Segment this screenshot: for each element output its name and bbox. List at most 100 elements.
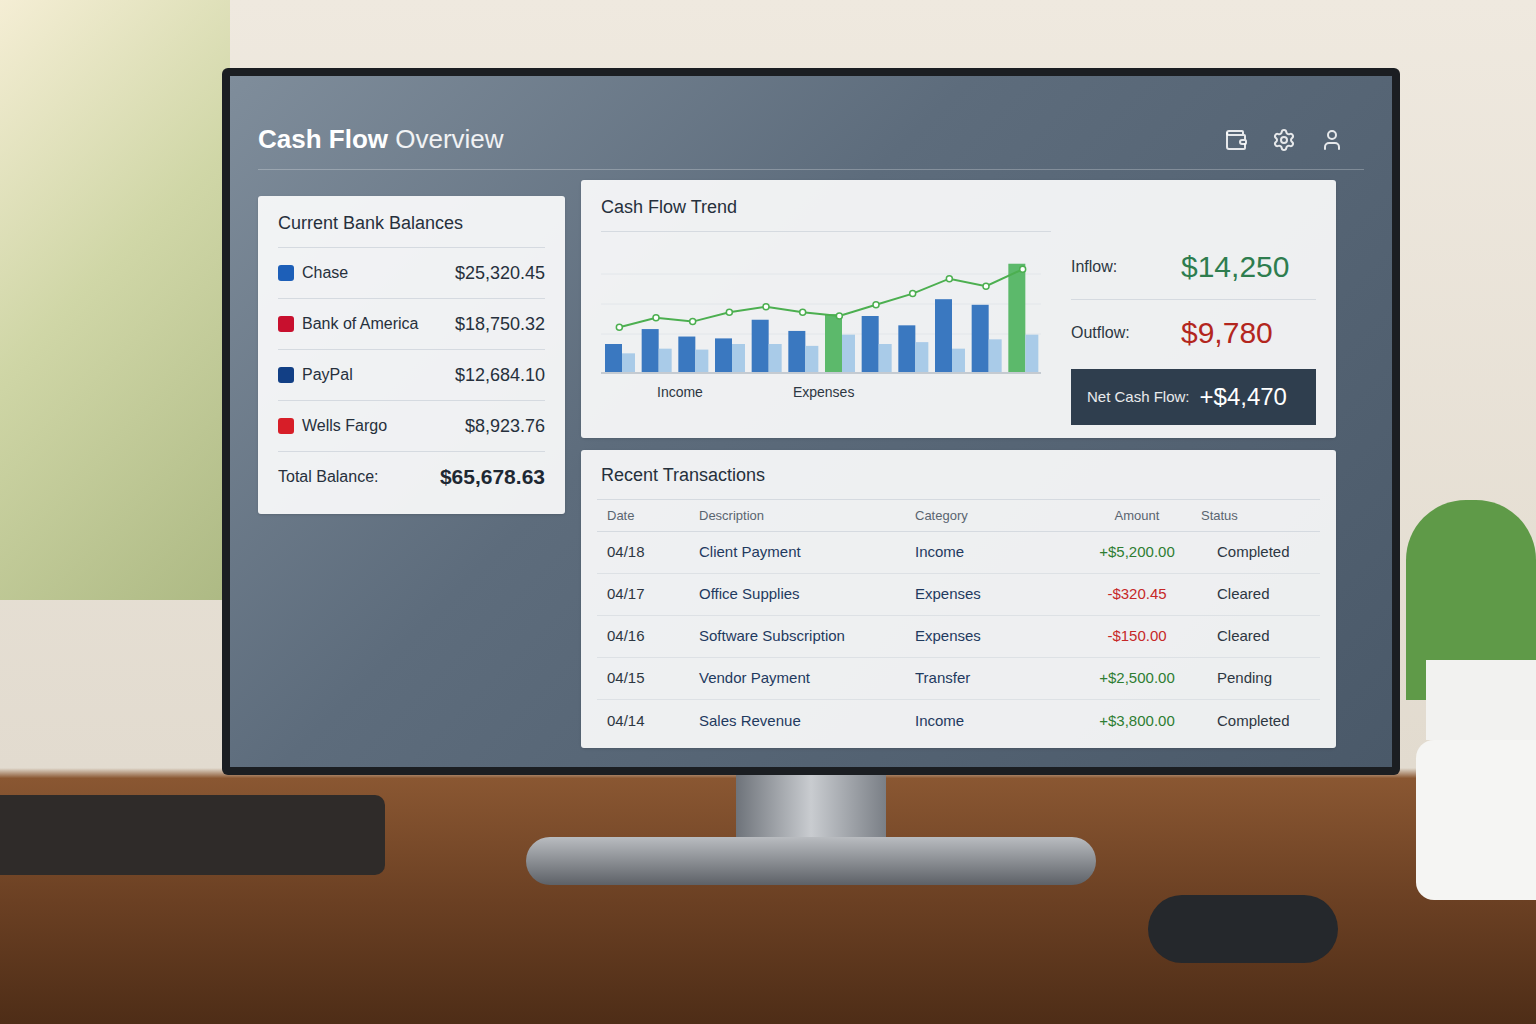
content: Current Bank Balances Chase $25,320.45 Bank… (258, 180, 1364, 748)
table-row[interactable]: 04/15Vendor PaymentTransfer+$2,500.00Pen… (597, 658, 1320, 700)
trend-point (983, 283, 989, 289)
user-icon[interactable] (1320, 128, 1344, 152)
column-header[interactable]: Status (1201, 506, 1310, 526)
income-bar (825, 314, 842, 372)
plant-pot (1426, 660, 1536, 740)
income-bar (605, 344, 622, 372)
account-label: Chase (302, 261, 348, 285)
transactions-panel: Recent TransactionsDateDescriptionCatego… (581, 450, 1336, 748)
income-bar (788, 331, 805, 372)
title-light: Overview (395, 124, 503, 154)
account-label: Wells Fargo (302, 414, 387, 438)
cell-status: Completed (1201, 710, 1310, 733)
balances-title: Current Bank Balances (278, 210, 545, 248)
chart-box (601, 254, 1051, 374)
balance-row[interactable]: Wells Fargo $8,923.76 (278, 401, 545, 452)
header: Cash Flow Overview (258, 120, 1364, 170)
cell-status: Cleared (1201, 583, 1310, 606)
bank-logo-icon (278, 265, 294, 281)
monitor-bezel: Cash Flow OverviewCurrent Bank BalancesC… (222, 68, 1400, 775)
cell-status: Pending (1201, 667, 1310, 690)
table-header: DateDescriptionCategoryAmountStatus (597, 500, 1320, 532)
account-label: Bank of America (302, 312, 419, 336)
trend-point (690, 319, 696, 325)
balance-row[interactable]: Bank of America$18,750.32 (278, 299, 545, 350)
title-strong: Cash Flow (258, 124, 388, 154)
inflow-label: Inflow: (1071, 255, 1161, 279)
cell-category: Income (915, 541, 1073, 564)
cell-description: Client Payment (699, 541, 915, 564)
net-cash-flow: Net Cash Flow:+$4,470 (1071, 369, 1316, 425)
monitor-neck (736, 775, 886, 837)
net-amount: +$4,470 (1200, 379, 1287, 415)
balance-row[interactable]: PayPal $12,684.10 (278, 350, 545, 401)
expense-bar (805, 346, 818, 372)
expense-bar (879, 344, 892, 372)
expense-bar (622, 353, 635, 372)
bank-logo-icon (278, 316, 294, 332)
expense-bar (915, 342, 928, 372)
column-header[interactable]: Date (607, 506, 699, 526)
cell-amount: +$5,200.00 (1073, 541, 1201, 564)
axis-line (601, 373, 1041, 374)
scene: Cash Flow OverviewCurrent Bank BalancesC… (0, 0, 1536, 1024)
cell-category: Transfer (915, 667, 1073, 690)
cell-status: Cleared (1201, 625, 1310, 648)
trend-point (616, 324, 622, 330)
table-row[interactable]: 04/16Software SubscriptionExpenses-$150.… (597, 616, 1320, 658)
cell-amount: -$320.45 (1073, 583, 1201, 606)
monitor: Cash Flow OverviewCurrent Bank BalancesC… (222, 0, 1400, 885)
grid-line (601, 274, 1041, 275)
trend-point (800, 309, 806, 315)
trend-line (619, 269, 1022, 327)
outflow-row: Outflow:$9,780 (1071, 300, 1316, 365)
total-amount: $65,678.63 (440, 461, 545, 493)
bank-logo-icon (278, 367, 294, 383)
account-amount: $12,684.10 (455, 362, 545, 389)
trend-point (910, 291, 916, 297)
account-amount: $8,923.76 (465, 413, 545, 440)
income-bar (862, 316, 879, 372)
cell-amount: +$2,500.00 (1073, 667, 1201, 690)
column-header[interactable]: Category (915, 506, 1073, 526)
account-amount: $25,320.45 (455, 260, 545, 287)
cell-category: Expenses (915, 583, 1073, 606)
table-row[interactable]: 04/14Sales RevenueIncome+$3,800.00Comple… (597, 700, 1320, 742)
table-row[interactable]: 04/17Office SuppliesExpenses-$320.45Clea… (597, 574, 1320, 616)
trend-title: Cash Flow Trend (601, 194, 1051, 232)
inflow-amount: $14,250 (1181, 244, 1289, 289)
expense-bar (769, 344, 782, 372)
total-row: Total Balance:$65,678.63 (278, 452, 545, 502)
cell-description: Sales Revenue (699, 710, 915, 733)
balance-row[interactable]: Chase $25,320.45 (278, 248, 545, 299)
inflow-row: Inflow: $14,250 (1071, 244, 1316, 300)
transactions-title: Recent Transactions (597, 462, 1320, 500)
trend-point (836, 313, 842, 319)
right-column: Cash Flow Trend Income Expenses Inflow: $14,… (581, 180, 1336, 748)
cell-description: Vendor Payment (699, 667, 915, 690)
cell-amount: -$150.00 (1073, 625, 1201, 648)
page-title: Cash Flow Overview (258, 120, 504, 159)
expense-bar (952, 349, 965, 372)
trend-point (726, 309, 732, 315)
expense-bar (842, 335, 855, 372)
income-bar (642, 329, 659, 372)
screen: Cash Flow OverviewCurrent Bank BalancesC… (230, 76, 1392, 767)
legend-label: Income (657, 382, 703, 403)
summary: Inflow: $14,250 Outflow:$9,780Net Cash Flo… (1071, 194, 1316, 428)
cell-date: 04/15 (607, 667, 699, 690)
trend-panel: Cash Flow Trend Income Expenses Inflow: $14,… (581, 180, 1336, 438)
column-header[interactable]: Description (699, 506, 915, 526)
expense-bar (695, 350, 708, 372)
expense-bar (732, 344, 745, 372)
wallet-icon[interactable] (1224, 128, 1248, 152)
expense-bar (989, 339, 1002, 372)
gear-icon[interactable] (1272, 128, 1296, 152)
legend-label: Expenses (793, 382, 854, 403)
account-name: PayPal (278, 363, 353, 387)
cell-category: Income (915, 710, 1073, 733)
balances-panel: Current Bank Balances Chase $25,320.45 Bank… (258, 196, 565, 514)
cell-status: Completed (1201, 541, 1310, 564)
table-row[interactable]: 04/18Client PaymentIncome+$5,200.00Compl… (597, 532, 1320, 574)
column-header[interactable]: Amount (1073, 506, 1201, 526)
